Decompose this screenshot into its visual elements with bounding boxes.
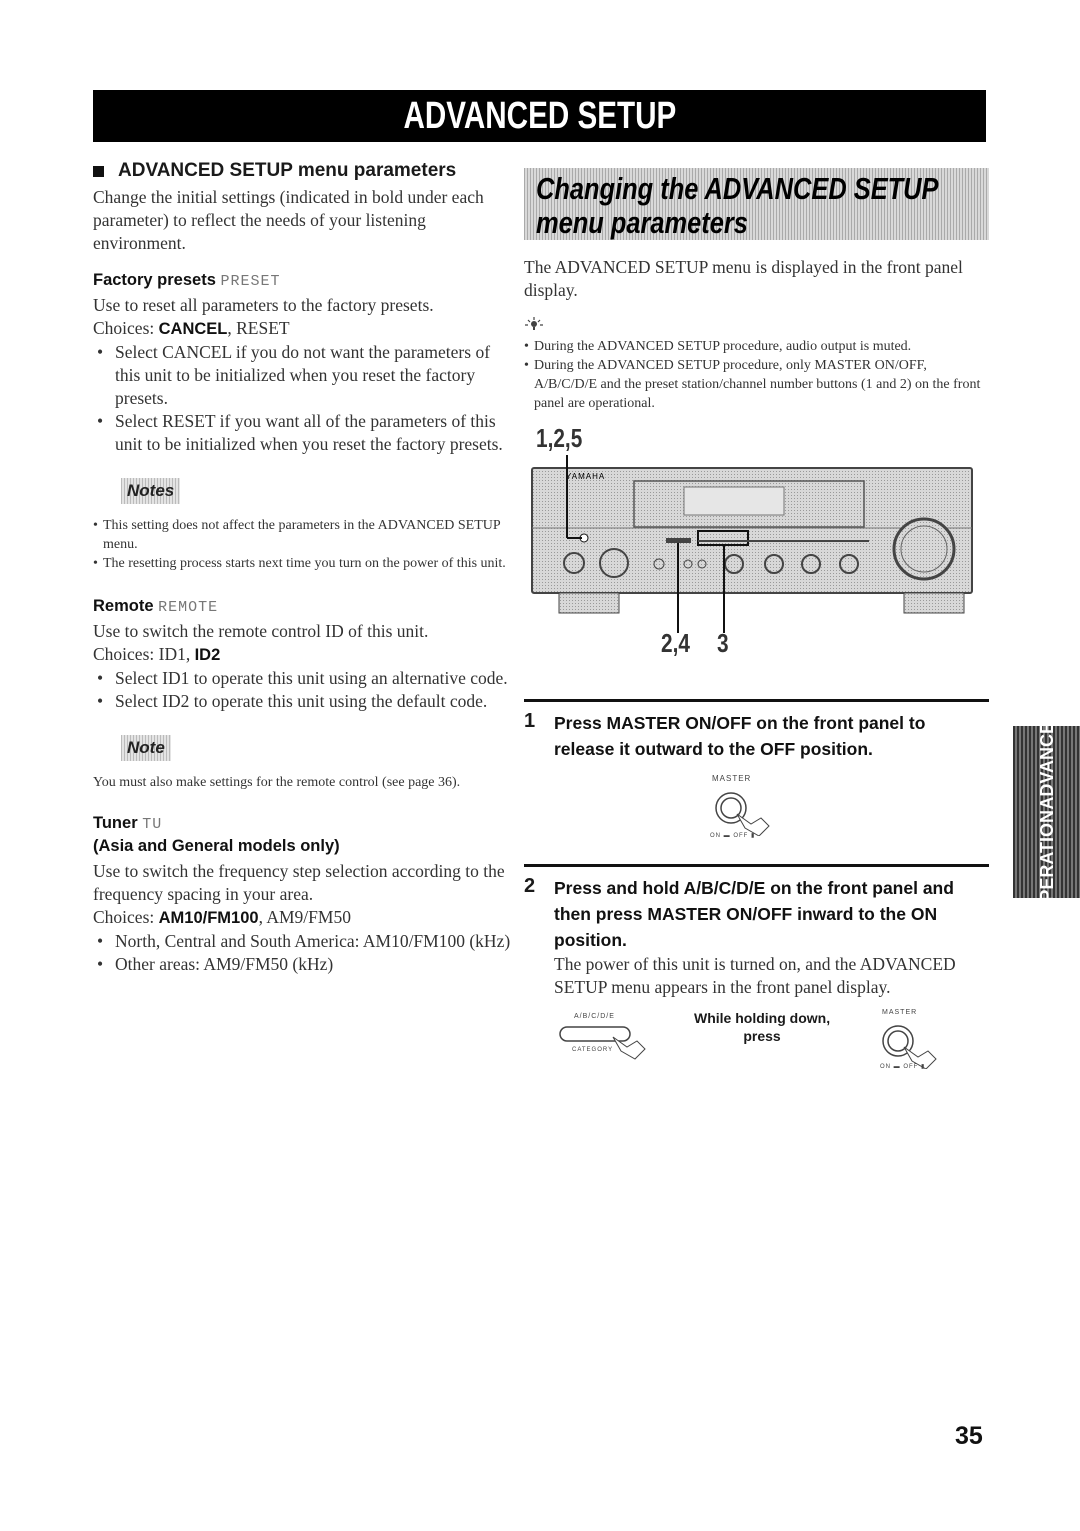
brand-logo: YAMAHA — [566, 472, 605, 481]
square-bullet-icon — [93, 165, 104, 177]
list-item: North, Central and South America: AM10/F… — [93, 930, 513, 953]
list-item: Select ID2 to operate this unit using th… — [93, 690, 513, 713]
tuner-bullets: North, Central and South America: AM10/F… — [93, 930, 513, 976]
notes-list: This setting does not affect the paramet… — [93, 516, 513, 573]
receiver-front-panel-diagram: 1,2,5 YAMAHA 2,4 3 — [524, 423, 989, 658]
step-1: 1 Press MASTER ON/OFF on the front panel… — [524, 699, 989, 762]
notes-label: Notes — [121, 478, 180, 504]
hold-and-press-figure: A/B/C/D/E CATEGORY While holding down, p… — [524, 999, 989, 1079]
chapter-banner: ADVANCED SETUP — [93, 90, 986, 142]
lightbulb-icon — [524, 316, 989, 335]
factory-presets-heading: Factory presets PRESET — [93, 271, 281, 290]
hand-press-master-button-icon — [882, 1025, 937, 1069]
remote-desc: Use to switch the remote control ID of t… — [93, 621, 429, 641]
remote-choices: Choices: ID1, ID2 — [93, 644, 221, 664]
section-heading: ADVANCED SETUP menu parameters — [93, 160, 513, 182]
factory-desc: Use to reset all parameters to the facto… — [93, 295, 434, 315]
intro-text: Change the initial settings (indicated i… — [93, 187, 484, 253]
master-switch-figure: MASTER ON ▬ OFF ▮ — [524, 762, 989, 852]
right-column: Changing the ADVANCED SETUP menu paramet… — [524, 168, 989, 1079]
factory-choices: Choices: CANCEL, RESET — [93, 318, 290, 338]
list-item: Select ID1 to operate this unit using an… — [93, 667, 513, 690]
list-item: Select CANCEL if you do not want the par… — [93, 341, 513, 410]
list-item: During the ADVANCED SETUP procedure, aud… — [524, 337, 989, 356]
callout-3: 3 — [717, 628, 729, 658]
tuner-subtitle: (Asia and General models only) — [93, 837, 340, 855]
hand-press-button-icon — [715, 792, 770, 836]
lcd-label: PRESET — [220, 273, 281, 290]
step-number: 1 — [524, 710, 536, 732]
list-item: During the ADVANCED SETUP procedure, onl… — [524, 356, 989, 413]
step-2: 2 Press and hold A/B/C/D/E on the front … — [524, 864, 989, 999]
step-instruction: Press MASTER ON/OFF on the front panel t… — [554, 713, 926, 759]
tuner-heading: Tuner TU — [93, 814, 163, 833]
remote-heading: Remote REMOTE — [93, 597, 219, 616]
note-label: Note — [121, 735, 171, 761]
section-title: Changing the ADVANCED SETUP menu paramet… — [524, 168, 989, 240]
lcd-label: REMOTE — [158, 599, 219, 616]
step-instruction: Press and hold A/B/C/D/E on the front pa… — [554, 878, 954, 950]
list-item: The resetting process starts next time y… — [93, 554, 513, 573]
figure-caption: While holding down, press — [694, 1010, 831, 1044]
callout-2-4: 2,4 — [661, 628, 690, 658]
list-item: Select RESET if you want all of the para… — [93, 410, 513, 456]
tips-list: During the ADVANCED SETUP procedure, aud… — [524, 337, 989, 413]
factory-bullets: Select CANCEL if you do not want the par… — [93, 341, 513, 456]
tuner-desc: Use to switch the frequency step selecti… — [93, 861, 505, 904]
step-result: The power of this unit is turned on, and… — [554, 954, 956, 997]
receiver-illustration: YAMAHA — [531, 455, 973, 633]
chapter-title: ADVANCED SETUP — [403, 94, 676, 137]
side-tab-advanced-operation: ADVANCED OPERATION — [1013, 709, 1080, 915]
lcd-label: TU — [142, 816, 163, 833]
left-column: ADVANCED SETUP menu parameters Change th… — [93, 160, 513, 976]
tuner-choices: Choices: AM10/FM100, AM9/FM50 — [93, 907, 351, 927]
remote-bullets: Select ID1 to operate this unit using an… — [93, 667, 513, 713]
note-text: You must also make settings for the remo… — [93, 775, 461, 790]
right-intro: The ADVANCED SETUP menu is displayed in … — [524, 257, 963, 300]
step-number: 2 — [524, 875, 536, 897]
list-item: Other areas: AM9/FM50 (kHz) — [93, 953, 513, 976]
list-item: This setting does not affect the paramet… — [93, 516, 513, 554]
page-number: 35 — [955, 1422, 983, 1450]
